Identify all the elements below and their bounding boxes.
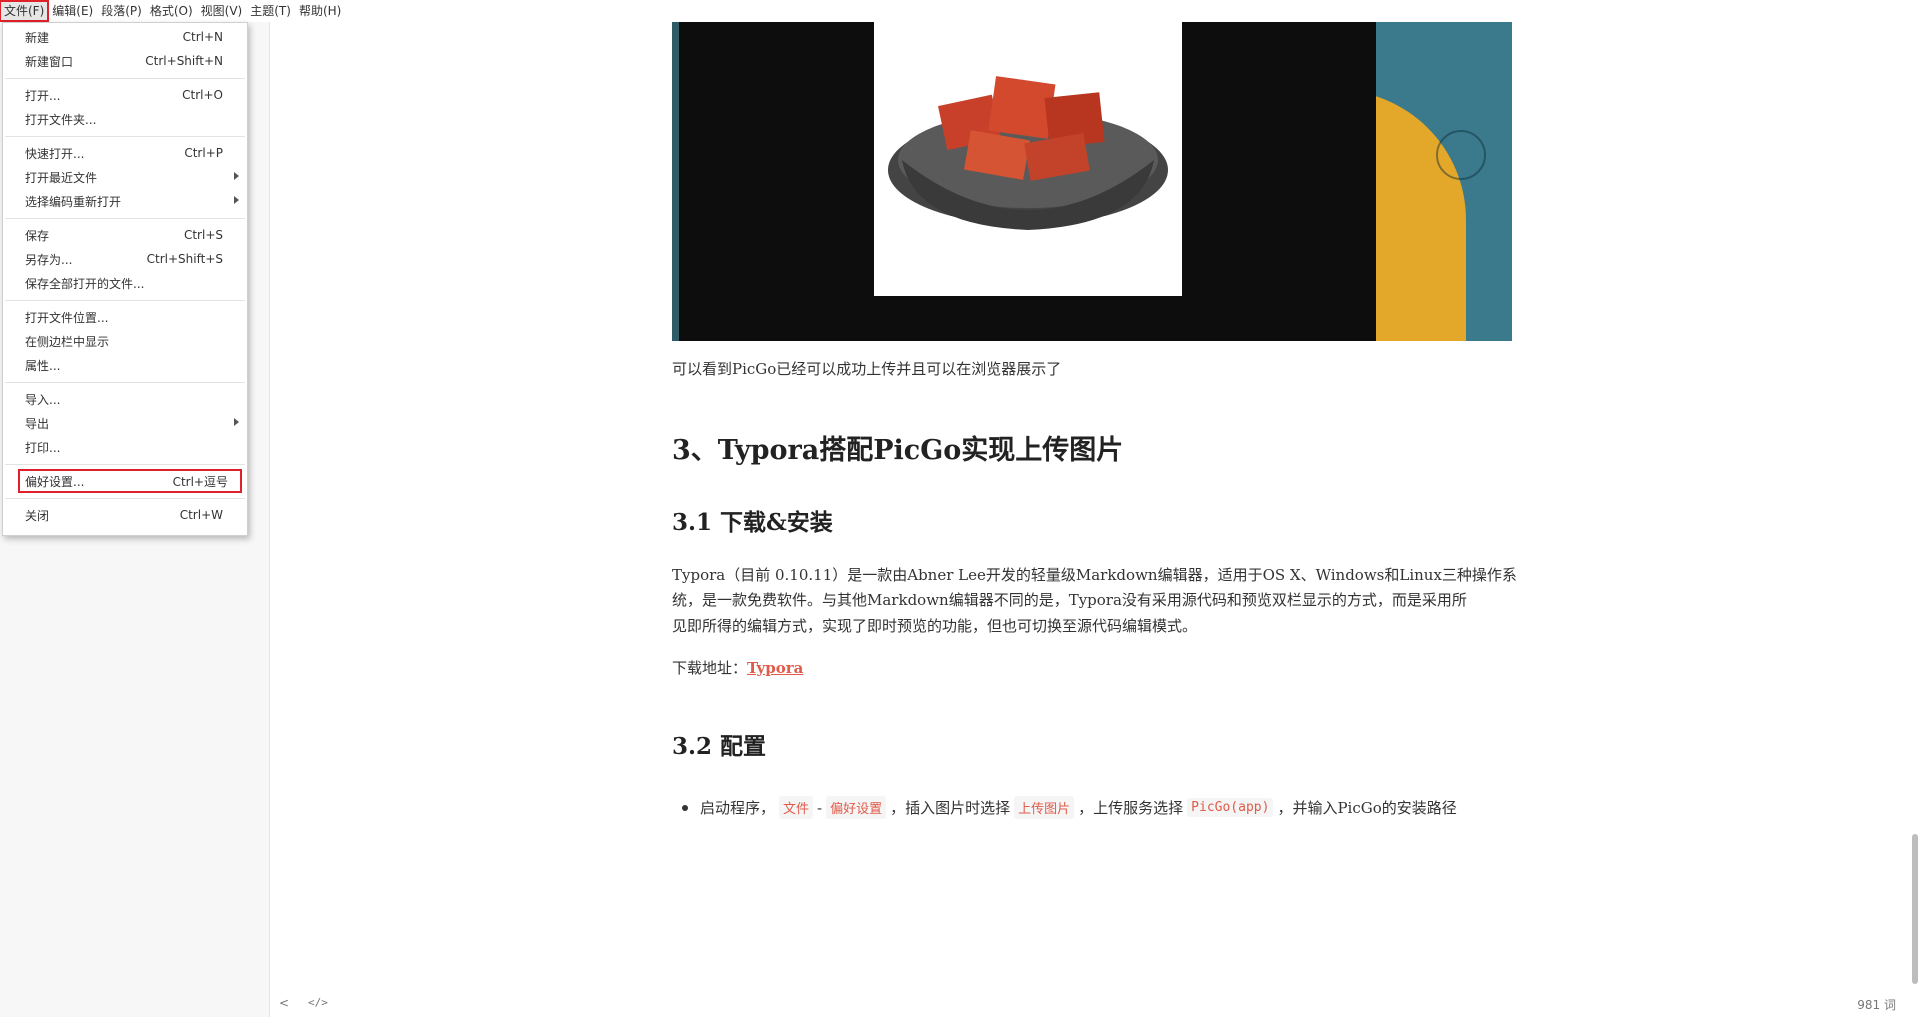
download-line: 下载地址：Typora xyxy=(672,655,803,681)
paragraph-line-1: Typora（目前 0.10.11）是一款由Abner Lee开发的轻量级Mar… xyxy=(672,566,1517,584)
vertical-scrollbar[interactable] xyxy=(1912,834,1918,984)
inline-code-picgo-app: PicGo(app) xyxy=(1187,798,1274,817)
menu-item-open-recent[interactable]: 打开最近文件 xyxy=(3,165,247,189)
heading-section-3: 3、Typora搭配PicGo实现上传图片 xyxy=(672,435,1124,466)
menu-view[interactable]: 视图(V) xyxy=(197,1,247,21)
menu-item-open-folder[interactable]: 打开文件夹... xyxy=(3,107,247,131)
menu-edit[interactable]: 编辑(E) xyxy=(48,1,97,21)
inline-code-preferences: 偏好设置 xyxy=(826,796,887,819)
menu-item-preferences[interactable]: 偏好设置... Ctrl+逗号 xyxy=(18,469,242,493)
word-count[interactable]: 981 词 xyxy=(1857,996,1896,1013)
list-item: 启动程序， 文件 - 偏好设置 ，插入图片时选择 上传图片 ，上传服务选择 Pi… xyxy=(682,796,1457,819)
menu-paragraph[interactable]: 段落(P) xyxy=(97,1,146,21)
food-photo xyxy=(874,20,1182,296)
heading-3-2: 3.2 配置 xyxy=(672,733,767,760)
submenu-arrow-icon xyxy=(234,172,239,180)
inline-code-file: 文件 xyxy=(779,796,814,819)
bullet-icon xyxy=(682,804,688,811)
download-label: 下载地址： xyxy=(672,659,748,677)
menu-item-new[interactable]: 新建 Ctrl+N xyxy=(3,25,247,49)
menu-separator xyxy=(5,382,245,383)
menu-item-save[interactable]: 保存 Ctrl+S xyxy=(3,223,247,247)
menu-separator xyxy=(5,78,245,79)
source-code-mode-icon[interactable]: </> xyxy=(308,996,328,1009)
menu-bar: 文件(F) 编辑(E) 段落(P) 格式(O) 视图(V) 主题(T) 帮助(H… xyxy=(0,0,1920,22)
toggle-sidebar-icon[interactable]: < xyxy=(279,996,289,1010)
menu-item-export[interactable]: 导出 xyxy=(3,411,247,435)
file-menu-dropdown: 新建 Ctrl+N 新建窗口 Ctrl+Shift+N 打开... Ctrl+O 打开… xyxy=(2,22,248,536)
image-edge xyxy=(672,20,679,341)
menu-item-reveal-sidebar[interactable]: 在侧边栏中显示 xyxy=(3,329,247,353)
menu-item-save-all[interactable]: 保存全部打开的文件... xyxy=(3,271,247,295)
editor-content[interactable]: 可以看到PicGo已经可以成功上传并且可以在浏览器展示了 3、Typora搭配P… xyxy=(672,0,1517,990)
menu-separator xyxy=(5,498,245,499)
status-bar: < </> 981 词 xyxy=(271,990,1920,1017)
menu-item-save-as[interactable]: 另存为... Ctrl+Shift+S xyxy=(3,247,247,271)
decorative-panel xyxy=(1376,20,1512,341)
paragraph-line-2: 统，是一款免费软件。与其他Markdown编辑器不同的是，Typora没有采用源… xyxy=(672,591,1467,609)
menu-item-import[interactable]: 导入... xyxy=(3,387,247,411)
menu-file[interactable]: 文件(F) xyxy=(0,0,50,22)
menu-theme[interactable]: 主题(T) xyxy=(246,1,295,21)
menu-separator xyxy=(5,464,245,465)
menu-item-close[interactable]: 关闭 Ctrl+W xyxy=(3,503,247,527)
menu-separator xyxy=(5,218,245,219)
menu-item-reopen-encoding[interactable]: 选择编码重新打开 xyxy=(3,189,247,213)
inline-code-upload-image: 上传图片 xyxy=(1014,796,1075,819)
submenu-arrow-icon xyxy=(234,418,239,426)
bowl-illustration xyxy=(888,76,1168,230)
menu-item-properties[interactable]: 属性... xyxy=(3,353,247,377)
menu-item-open-location[interactable]: 打开文件位置... xyxy=(3,305,247,329)
caption-text: 可以看到PicGo已经可以成功上传并且可以在浏览器展示了 xyxy=(672,360,1062,378)
typora-download-link[interactable]: Typora xyxy=(747,659,803,677)
menu-format[interactable]: 格式(O) xyxy=(146,1,197,21)
menu-item-quick-open[interactable]: 快速打开... Ctrl+P xyxy=(3,141,247,165)
menu-item-print[interactable]: 打印... xyxy=(3,435,247,459)
menu-help[interactable]: 帮助(H) xyxy=(295,1,345,21)
heading-3-1: 3.1 下载&安装 xyxy=(672,509,833,536)
menu-separator xyxy=(5,136,245,137)
submenu-arrow-icon xyxy=(234,196,239,204)
menu-item-new-window[interactable]: 新建窗口 Ctrl+Shift+N xyxy=(3,49,247,73)
paragraph-line-3: 见即所得的编辑方式，实现了即时预览的功能，但也可切换至源代码编辑模式。 xyxy=(672,617,1198,635)
menu-item-open[interactable]: 打开... Ctrl+O xyxy=(3,83,247,107)
menu-separator xyxy=(5,300,245,301)
hero-image xyxy=(672,20,1512,341)
